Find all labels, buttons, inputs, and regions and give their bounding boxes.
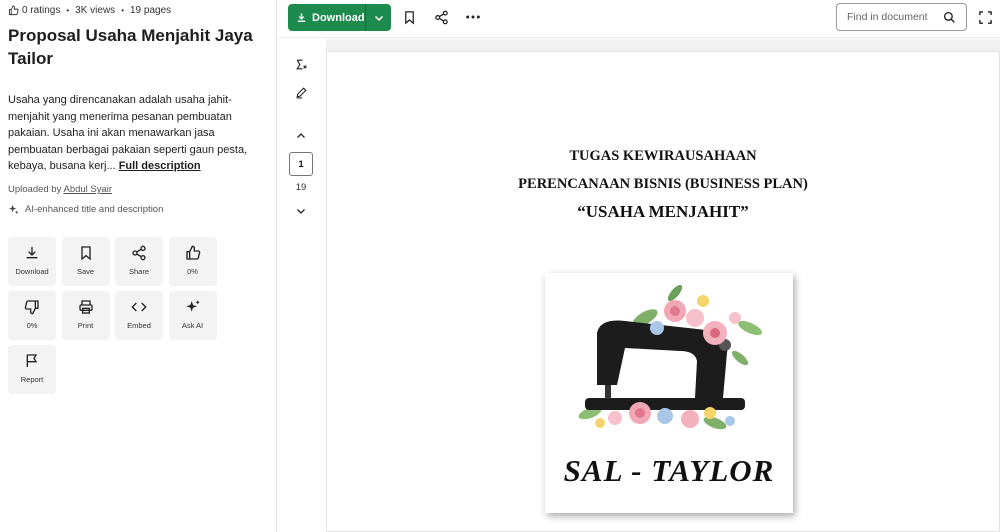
ratings-count: 0 ratings	[22, 5, 61, 16]
action-label: Print	[77, 321, 94, 330]
page-heading-line-1: TUGAS KEWIRAUSAHAAN	[569, 148, 757, 164]
document-description: Usaha yang direncanakan adalah usaha jah…	[8, 92, 270, 175]
search-icon	[943, 11, 955, 23]
action-label: Download	[15, 267, 49, 276]
viewer-toolbar: Download Find in document	[278, 0, 1000, 38]
flag-icon	[26, 354, 38, 367]
download-button[interactable]: Download	[288, 4, 365, 31]
sewing-machine-illustration	[578, 284, 762, 430]
document-title: Proposal Usaha Menjahit Jaya Tailor	[8, 26, 253, 68]
download-action-button[interactable]: Download	[8, 237, 56, 286]
action-label: Embed	[127, 321, 151, 330]
uploader-link[interactable]: Abdul Syair	[63, 184, 112, 195]
previous-page-button[interactable]	[294, 129, 308, 143]
annotate-button[interactable]	[294, 85, 308, 99]
find-placeholder: Find in document	[847, 11, 928, 23]
pages-count: 19 pages	[130, 5, 172, 16]
fullscreen-button[interactable]	[976, 8, 994, 26]
sewing-machine-logo: SAL - TAYLOR	[545, 273, 793, 513]
action-label: Save	[76, 267, 95, 276]
page-heading-line-2: PERENCANAAN BISNIS (BUSINESS PLAN)	[518, 176, 808, 192]
thumbs-up-icon	[8, 5, 19, 16]
uploaded-prefix: Uploaded by	[8, 184, 62, 195]
page-heading-line-3: “USAHA MENJAHIT”	[577, 202, 749, 221]
logo-brand-text: SAL - TAYLOR	[563, 453, 775, 488]
more-horizontal-icon	[466, 15, 480, 19]
fullscreen-icon	[978, 10, 992, 24]
download-icon	[26, 247, 38, 259]
report-action-button[interactable]: Report	[8, 345, 56, 394]
like-action-button[interactable]: 0%	[168, 237, 217, 286]
total-pages: 19	[295, 182, 307, 193]
share-action-button[interactable]: Share	[115, 237, 163, 286]
sparkle-icon	[185, 300, 200, 312]
bookmark-icon	[80, 246, 91, 261]
save-toolbar-button[interactable]	[400, 8, 418, 26]
action-grid: Download Save Share 0% 0% Print Embed As…	[8, 237, 224, 394]
document-stats: 0 ratings • 3K views • 19 pages	[8, 5, 171, 16]
chevron-down-icon	[374, 15, 383, 21]
current-page-input[interactable]: 1	[289, 152, 313, 176]
next-page-button[interactable]	[294, 204, 308, 218]
sparkle-icon	[8, 204, 19, 215]
download-options-button[interactable]	[366, 4, 391, 31]
share-icon	[132, 245, 146, 261]
action-label: Share	[128, 267, 149, 276]
document-info-panel: 0 ratings • 3K views • 19 pages Proposal…	[0, 0, 277, 532]
save-action-button[interactable]: Save	[61, 237, 110, 286]
document-page: TUGAS KEWIRAUSAHAAN PERENCANAAN BISNIS (…	[326, 51, 1000, 532]
summarize-button[interactable]	[294, 57, 308, 71]
more-options-button[interactable]	[464, 8, 482, 26]
viewer-side-rail	[278, 39, 326, 532]
chevron-down-icon	[297, 209, 305, 214]
full-description-link[interactable]: Full description	[119, 160, 201, 172]
embed-icon	[131, 302, 147, 312]
share-toolbar-button[interactable]	[432, 8, 450, 26]
chevron-up-icon	[297, 133, 305, 138]
thumbs-down-icon	[24, 300, 39, 315]
ai-note-text: AI-enhanced title and description	[25, 204, 164, 215]
download-label: Download	[312, 11, 365, 24]
uploaded-by: Uploaded by Abdul Syair	[8, 184, 112, 195]
download-icon	[297, 13, 306, 22]
pencil-icon	[295, 86, 307, 98]
thumbs-up-icon	[185, 245, 200, 260]
bookmark-icon	[404, 10, 414, 24]
action-label: 0%	[26, 321, 38, 330]
ai-enhanced-note: AI-enhanced title and description	[8, 204, 163, 215]
find-in-document-input[interactable]: Find in document	[836, 3, 967, 31]
document-viewer: TUGAS KEWIRAUSAHAAN PERENCANAAN BISNIS (…	[326, 39, 1000, 532]
text-summary-icon	[295, 59, 307, 69]
share-icon	[434, 10, 448, 24]
action-label: Report	[20, 375, 44, 384]
action-label: Ask AI	[181, 321, 204, 330]
download-split-button: Download	[288, 4, 391, 31]
ask-ai-action-button[interactable]: Ask AI	[168, 291, 217, 340]
print-action-button[interactable]: Print	[61, 291, 110, 340]
views-count: 3K views	[75, 5, 116, 16]
dislike-action-button[interactable]: 0%	[8, 291, 56, 340]
embed-action-button[interactable]: Embed	[115, 291, 163, 340]
action-label: 0%	[187, 267, 198, 276]
print-icon	[78, 300, 93, 314]
